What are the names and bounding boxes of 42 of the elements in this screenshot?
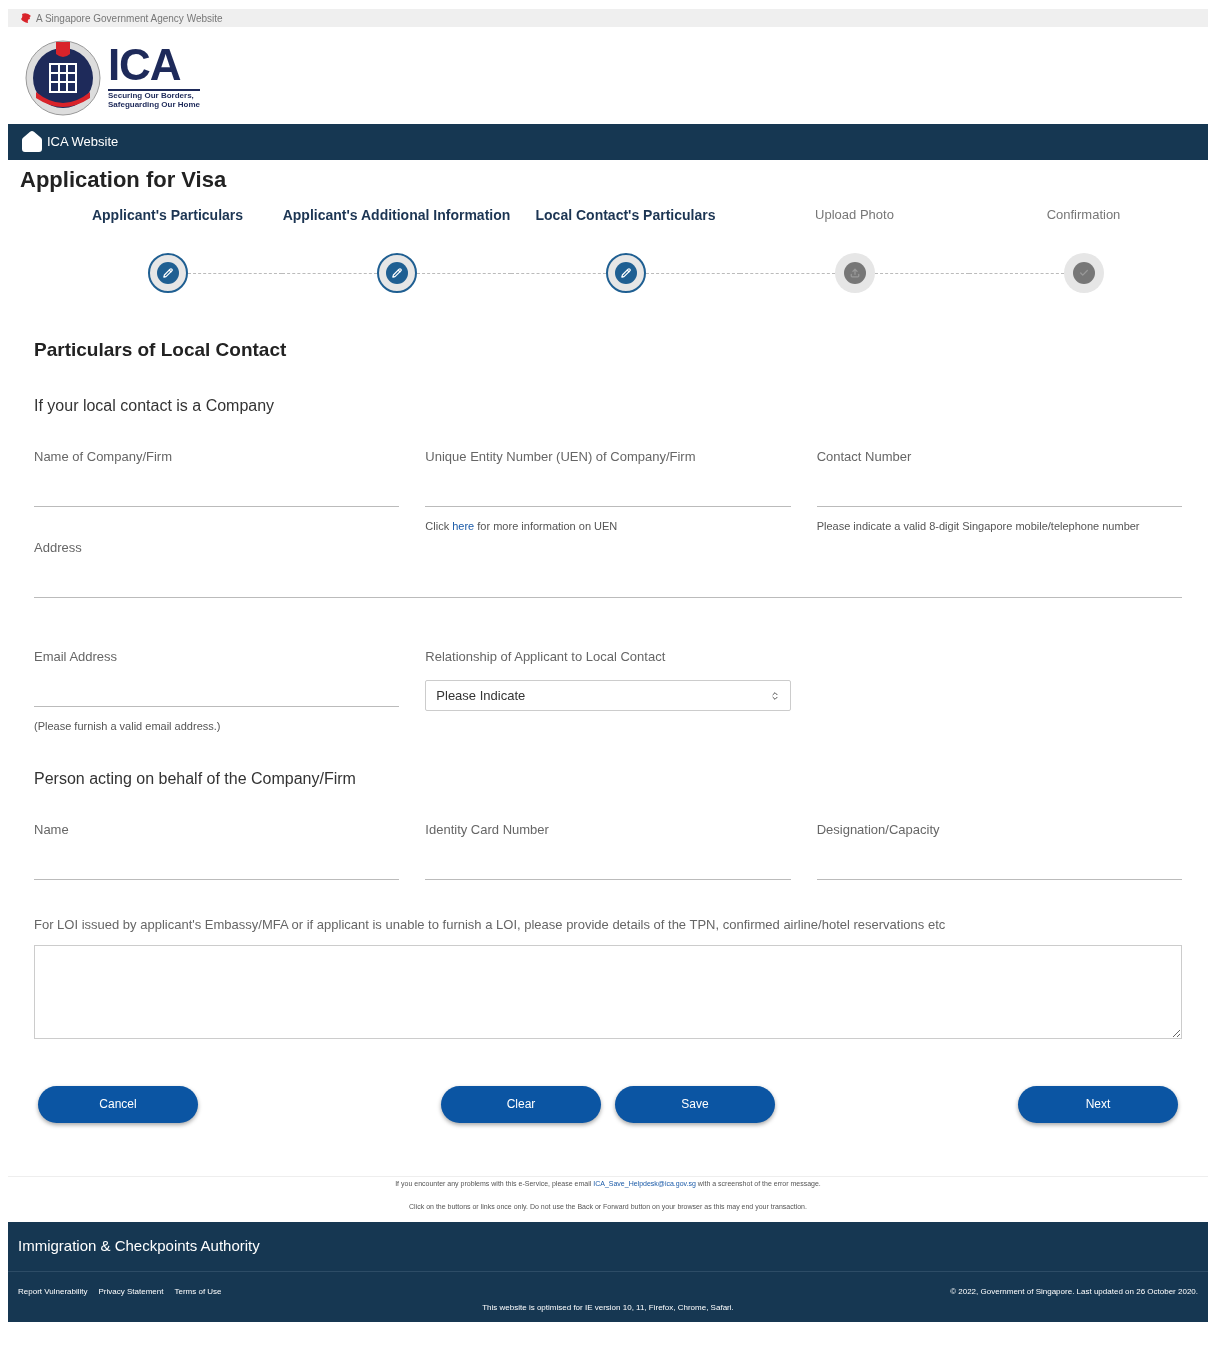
footer-title: Immigration & Checkpoints Authority — [8, 1221, 1208, 1272]
field-label: For LOI issued by applicant's Embassy/MFA or if applicant is unable to furnish a LOI, please provide details of the TPN, confirmed airline/hotel reservations etc — [34, 916, 947, 934]
hint-link[interactable]: here — [452, 520, 475, 532]
gov-banner-text: A Singapore Government Agency Website — [36, 11, 223, 26]
section-title: Particulars of Local Contact — [34, 338, 288, 362]
field-label: Identity Card Number — [425, 821, 550, 839]
field-label: Name of Company/Firm — [34, 448, 173, 466]
logo-wordmark: ICA — [108, 42, 200, 91]
clear-button[interactable]: Clear — [441, 1085, 601, 1123]
footer-link[interactable]: Privacy Statement — [98, 1285, 164, 1298]
field-label: Relationship of Applicant to Local Contact — [425, 648, 667, 666]
hint-text: Click here for more information on UEN — [425, 520, 619, 534]
step-label: Applicant's Additional Information — [282, 206, 511, 225]
field-label: Unique Entity Number (UEN) of Company/Firm — [425, 448, 697, 466]
footer-link[interactable]: Report Vulnerability — [18, 1285, 88, 1298]
section-subtitle: Person acting on behalf of the Company/Firm — [34, 769, 357, 789]
copyright-text: © 2022, Government of Singapore. Last updated on 26 October 2020. — [950, 1285, 1198, 1298]
logo-tagline: Securing Our Borders, — [108, 90, 194, 100]
section-subtitle: If your local contact is a Company — [34, 396, 276, 416]
field-label: Address — [34, 539, 83, 557]
hint-text: Please indicate a valid 8-digit Singapore mobile/telephone number — [816, 520, 1141, 534]
caret-icon — [769, 690, 780, 701]
cancel-button[interactable]: Cancel — [38, 1085, 198, 1123]
home-icon — [20, 130, 44, 154]
save-button[interactable]: Save — [615, 1085, 775, 1123]
browser-note: This website is optimised for IE version 10, 11, Firefox, Chrome, Safari. — [482, 1301, 734, 1314]
step-label: Local Contact's Particulars — [535, 206, 716, 225]
step-label: Confirmation — [1046, 206, 1121, 224]
details-textarea[interactable] — [34, 944, 1182, 1039]
field-label: Contact Number — [816, 448, 913, 466]
footer-link[interactable]: Terms of Use — [174, 1285, 222, 1298]
relationship-select[interactable]: Please Indicate — [425, 680, 791, 711]
ica-website-link[interactable]: ICA Website — [47, 132, 119, 152]
field-label: Designation/Capacity — [816, 821, 941, 839]
page-title: Application for Visa — [20, 166, 228, 194]
next-button[interactable]: Next — [1018, 1085, 1178, 1123]
field-label: Email Address — [34, 648, 119, 666]
logo-tagline: Safeguarding Our Home — [108, 99, 200, 109]
hint-text: (Please furnish a valid email address.) — [34, 720, 222, 734]
step-label: Applicant's Particulars — [91, 206, 244, 225]
step-label: Upload Photo — [815, 206, 894, 224]
field-label: Name — [34, 821, 70, 839]
